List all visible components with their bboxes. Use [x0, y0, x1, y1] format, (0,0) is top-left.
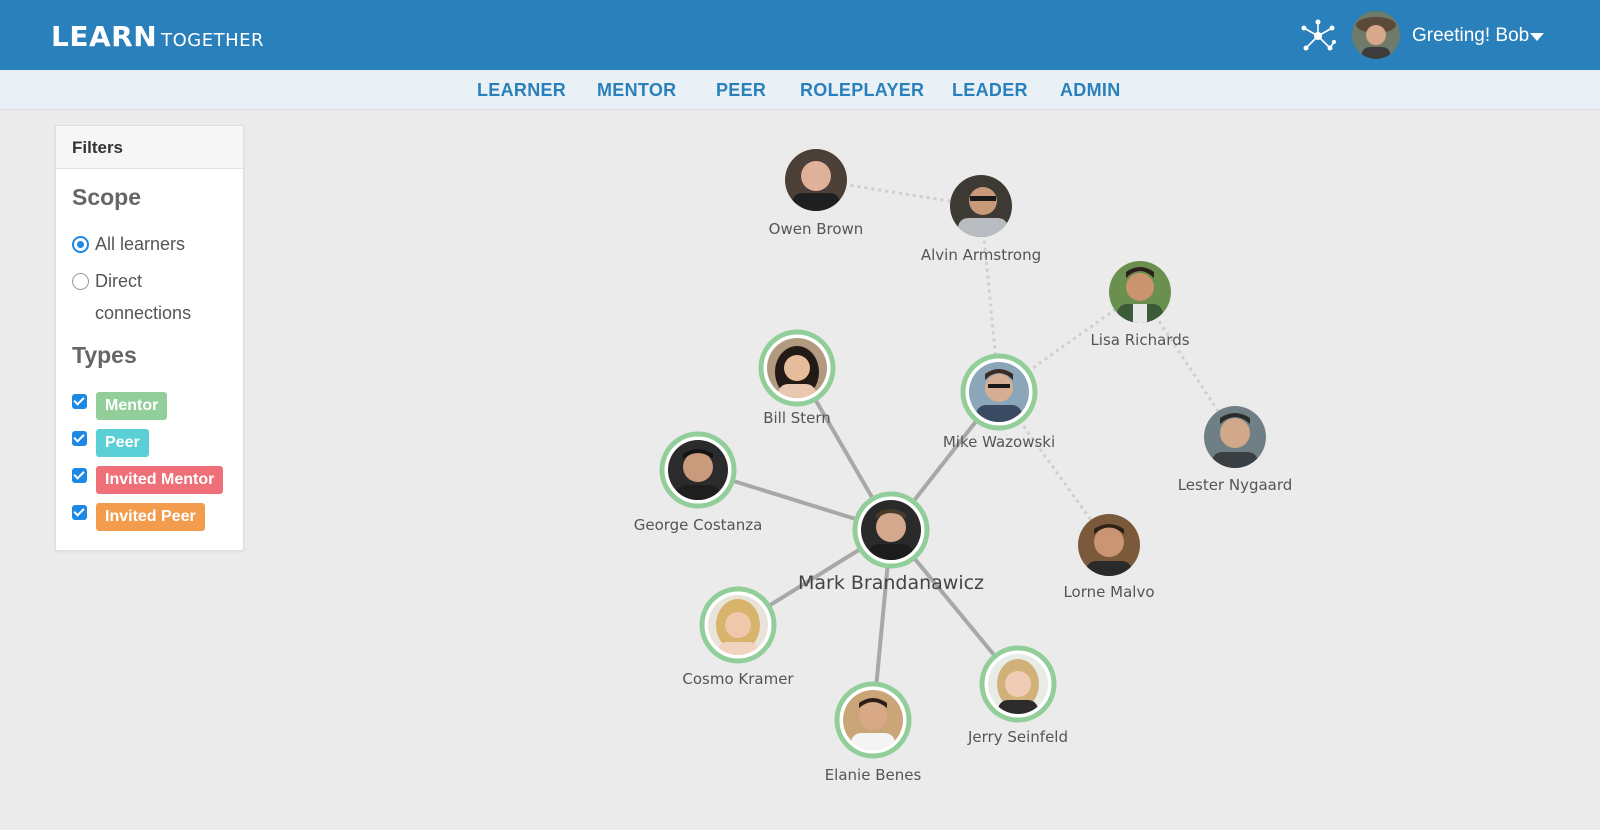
node-label: Lisa Richards	[1090, 331, 1189, 349]
node-label: Owen Brown	[769, 220, 864, 238]
nav-roleplayer[interactable]: ROLEPLAYER	[800, 80, 924, 101]
node-label: Lorne Malvo	[1063, 583, 1154, 601]
brand-strong: LEARN	[51, 20, 158, 53]
node-mike-wazowski[interactable]: Mike Wazowski	[943, 353, 1055, 451]
nav-leader[interactable]: LEADER	[952, 80, 1028, 101]
network-graph: Owen Brown Alvin Armstrong Lisa Richards	[634, 149, 1293, 784]
chevron-down-icon[interactable]	[1530, 33, 1544, 41]
node-label-center: Mark Brandanawicz	[798, 572, 984, 594]
node-label: George Costanza	[634, 516, 763, 534]
node-label: Mike Wazowski	[943, 433, 1055, 451]
greeting-text[interactable]: Greeting! Bob	[1412, 25, 1529, 47]
network-icon[interactable]	[1298, 16, 1338, 56]
node-alvin-armstrong[interactable]: Alvin Armstrong	[921, 175, 1041, 264]
brand-light: TOGETHER	[161, 30, 265, 51]
nav-peer[interactable]: PEER	[716, 80, 766, 101]
node-lorne-malvo[interactable]: Lorne Malvo	[1063, 514, 1155, 601]
node-lisa-richards[interactable]: Lisa Richards	[1090, 261, 1190, 349]
node-label: Elanie Benes	[825, 766, 922, 784]
node-label: Cosmo Kramer	[682, 670, 794, 688]
top-bar: LEARN TOGETHER Greeting! Bob	[0, 0, 1600, 70]
node-jerry-seinfeld[interactable]: Jerry Seinfeld	[967, 645, 1068, 746]
nav-mentor[interactable]: MENTOR	[597, 80, 676, 101]
node-lester-nygaard[interactable]: Lester Nygaard	[1178, 406, 1293, 494]
node-elanie-benes[interactable]: Elanie Benes	[825, 681, 922, 784]
node-bill-stern[interactable]: Bill Stern	[758, 329, 836, 427]
nav-admin[interactable]: ADMIN	[1060, 80, 1121, 101]
node-label: Bill Stern	[763, 409, 831, 427]
main-nav: LEARNER MENTOR PEER ROLEPLAYER LEADER AD…	[0, 70, 1600, 110]
node-label: Alvin Armstrong	[921, 246, 1041, 264]
node-label: Jerry Seinfeld	[967, 728, 1068, 746]
nav-learner[interactable]: LEARNER	[477, 80, 566, 101]
brand-logo[interactable]: LEARN TOGETHER	[51, 20, 264, 53]
user-avatar[interactable]	[1352, 11, 1400, 59]
node-owen-brown[interactable]: Owen Brown	[769, 149, 864, 238]
node-label: Lester Nygaard	[1178, 476, 1293, 494]
node-cosmo-kramer[interactable]: Cosmo Kramer	[682, 586, 794, 688]
